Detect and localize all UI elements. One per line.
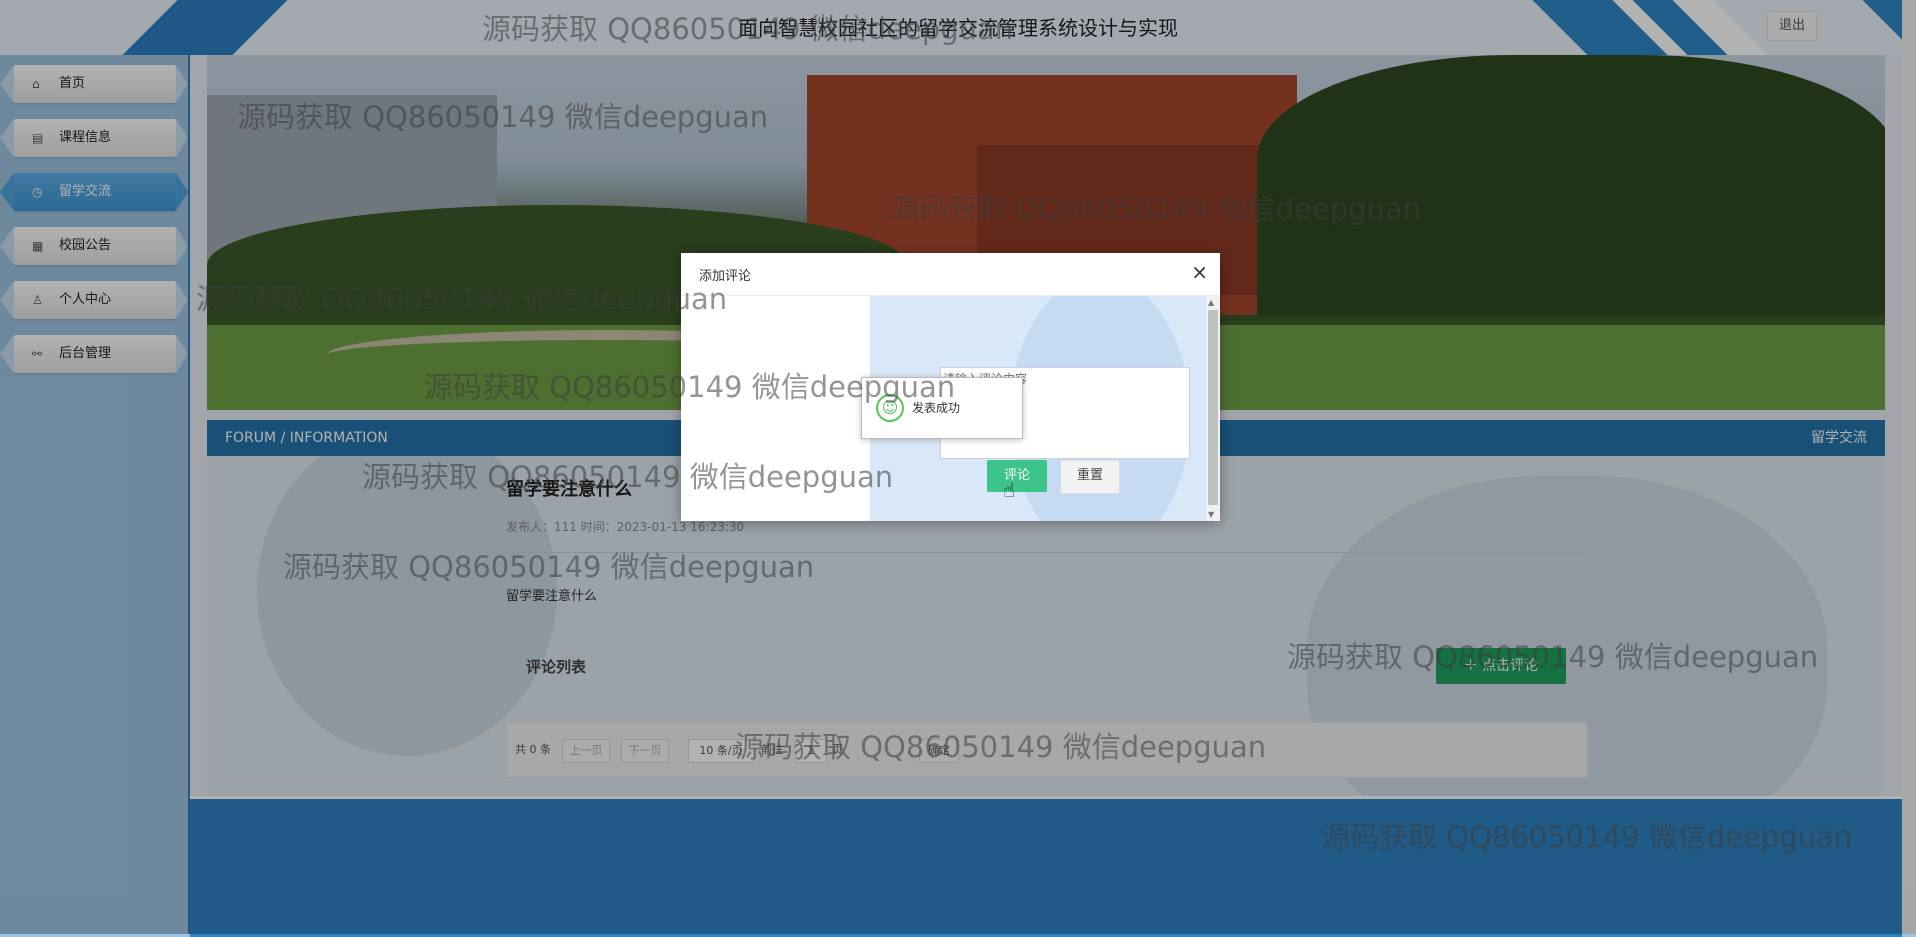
smile-icon: ☺ (876, 394, 904, 422)
success-toast: ☺ 发表成功 (861, 377, 1023, 439)
hand-cursor-icon: ☝ (1003, 478, 1015, 502)
submit-comment-button[interactable]: 评论 (987, 460, 1047, 492)
scroll-thumb[interactable] (1208, 310, 1218, 505)
scroll-down-icon[interactable]: ▼ (1208, 510, 1214, 519)
dialog-scrollbar[interactable]: ▲ ▼ (1206, 296, 1220, 521)
dialog-header: 添加评论 × (681, 253, 1220, 296)
close-icon[interactable]: × (1191, 261, 1208, 283)
toast-message: 发表成功 (912, 399, 960, 416)
dialog-title: 添加评论 (699, 265, 751, 284)
scroll-up-icon[interactable]: ▲ (1208, 298, 1214, 307)
reset-button[interactable]: 重置 (1060, 460, 1120, 494)
